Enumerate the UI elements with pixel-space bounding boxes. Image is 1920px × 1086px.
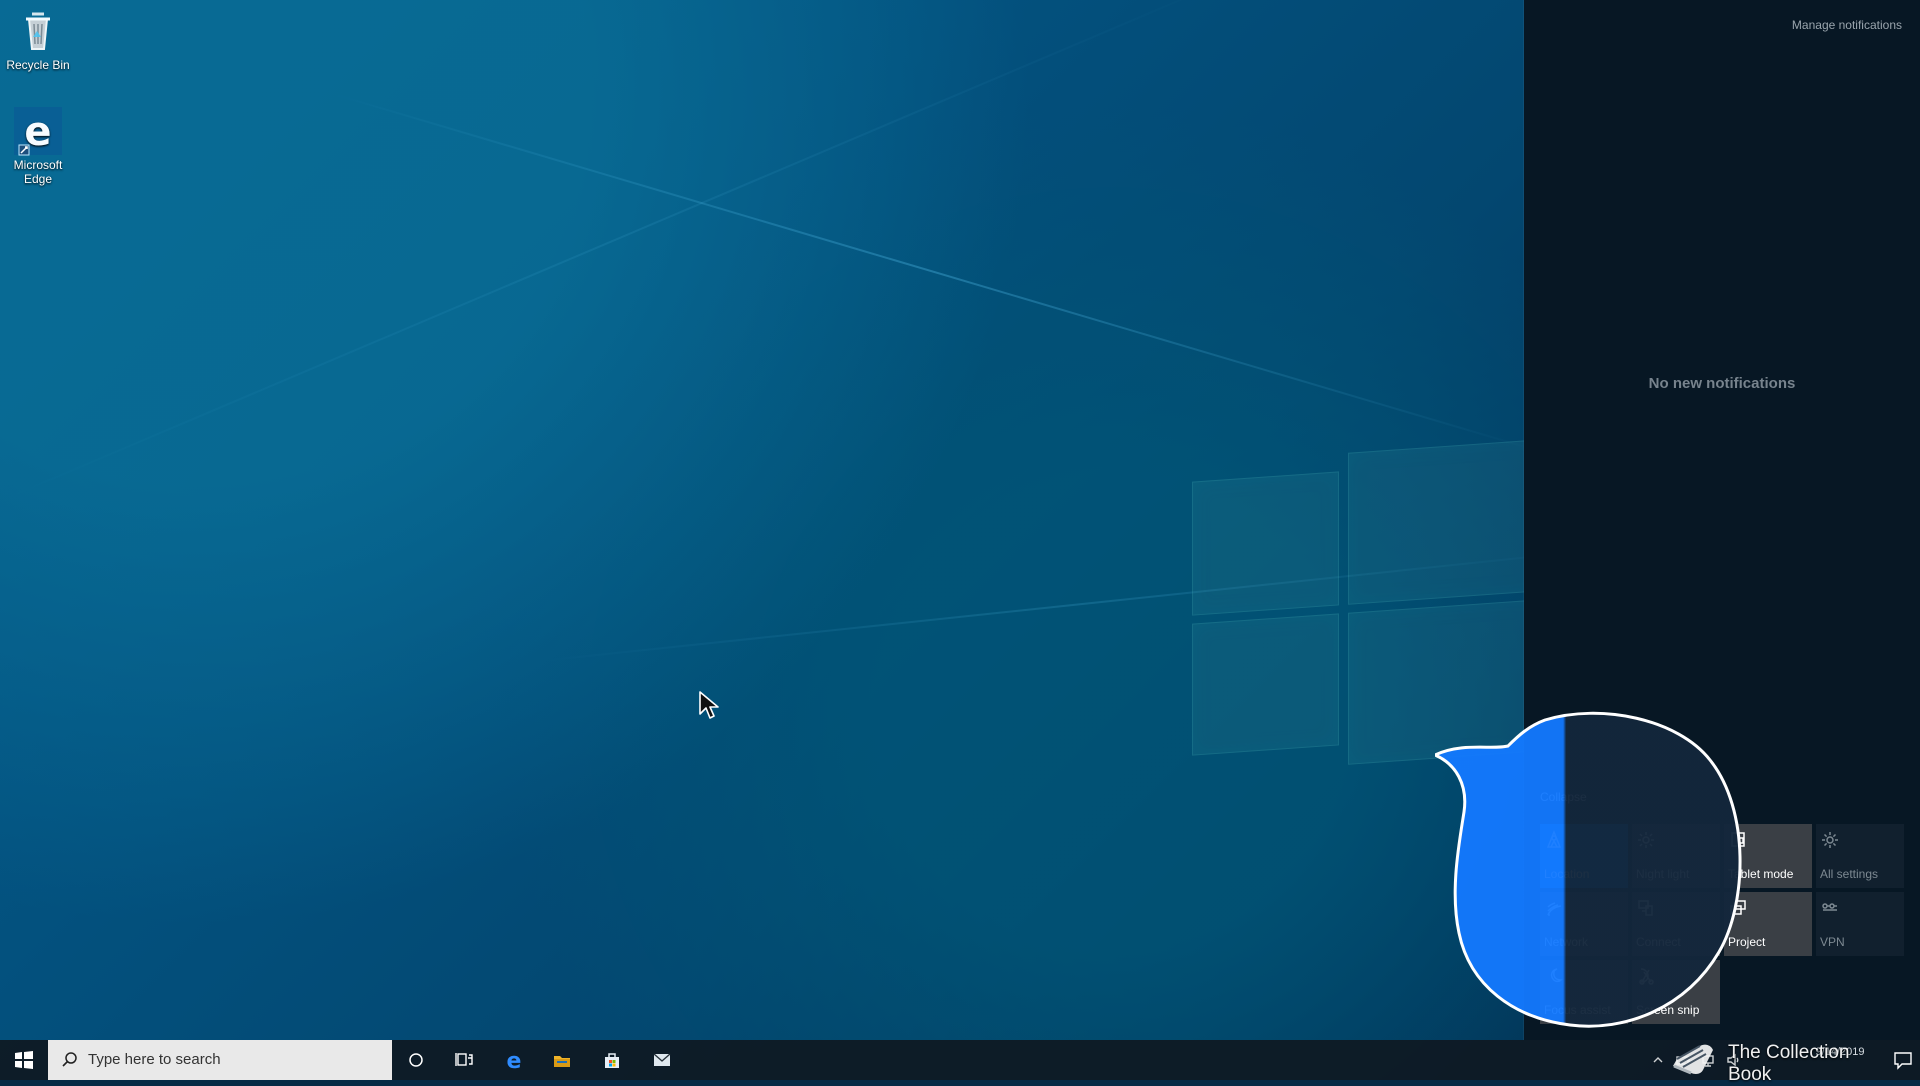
quick-action-label: Focus assist — [1544, 1003, 1611, 1017]
cortana-button[interactable] — [392, 1040, 440, 1080]
quick-action-label: Night light — [1636, 867, 1689, 881]
project-icon — [1728, 898, 1748, 918]
quick-action-night-light[interactable]: Night light — [1632, 824, 1720, 888]
recycle-bin-icon — [13, 6, 63, 56]
desktop-icon-label: Microsoft Edge — [0, 158, 76, 186]
notification-icon — [1892, 1050, 1914, 1070]
taskbar-clock[interactable]: 9/14/2019 — [1800, 1045, 1880, 1060]
wallpaper-light-beam — [0, 0, 1243, 502]
taskbar-date: 9/14/2019 — [1800, 1045, 1880, 1060]
quick-action-label: Project — [1728, 935, 1765, 949]
focus-assist-icon — [1544, 966, 1564, 986]
quick-actions-grid: Location Night light Tablet mode All set… — [1540, 824, 1906, 1024]
desktop-recycle-bin[interactable]: Recycle Bin — [0, 6, 76, 72]
network-icon — [1544, 898, 1564, 918]
connect-icon — [1636, 898, 1656, 918]
vpn-icon — [1820, 898, 1840, 918]
show-hidden-icons-icon[interactable] — [1650, 1052, 1666, 1068]
windows-logo-pane — [1192, 471, 1339, 615]
taskbar-search-box[interactable]: Type here to search — [48, 1040, 392, 1080]
battery-icon[interactable] — [1675, 1052, 1691, 1068]
windows-start-icon — [13, 1049, 35, 1071]
quick-action-project[interactable]: Project — [1724, 892, 1812, 956]
quick-action-label: All settings — [1820, 867, 1878, 881]
tablet-mode-icon — [1728, 830, 1748, 850]
manage-notifications-link[interactable]: Manage notifications — [1792, 18, 1902, 32]
mouse-cursor-icon — [699, 691, 719, 719]
quick-action-location[interactable]: Location — [1540, 824, 1628, 888]
desktop-microsoft-edge[interactable]: e Microsoft Edge — [0, 106, 76, 186]
wallpaper-light-beam — [330, 92, 1539, 452]
settings-icon — [1820, 830, 1840, 850]
quick-action-label: Tablet mode — [1728, 867, 1793, 881]
windows-logo-pane — [1348, 439, 1540, 604]
quick-action-label: Screen snip — [1636, 1003, 1699, 1017]
action-center-button[interactable] — [1892, 1050, 1914, 1070]
action-center-panel: Manage notifications No new notification… — [1524, 0, 1920, 1040]
quick-action-tablet-mode[interactable]: Tablet mode — [1724, 824, 1812, 888]
quick-action-connect[interactable]: Connect — [1632, 892, 1720, 956]
quick-action-label: Location — [1544, 867, 1589, 881]
file-explorer-icon — [551, 1049, 573, 1071]
task-view-icon — [453, 1049, 475, 1071]
quick-action-all-settings[interactable]: All settings — [1816, 824, 1904, 888]
empty-notifications-message: No new notifications — [1524, 375, 1920, 392]
volume-icon[interactable] — [1725, 1052, 1741, 1068]
store-icon — [601, 1049, 623, 1071]
microsoft-edge-icon: e — [13, 106, 63, 156]
edge-icon: e — [503, 1049, 525, 1071]
search-placeholder: Type here to search — [88, 1051, 221, 1068]
windows-taskbar: Type here to search e — [0, 1040, 1920, 1080]
quick-action-focus-assist[interactable]: Focus assist — [1540, 960, 1628, 1024]
system-tray: 9/14/2019 — [1650, 1040, 1920, 1080]
quick-action-vpn[interactable]: VPN — [1816, 892, 1904, 956]
search-icon — [61, 1051, 78, 1068]
windows-logo-pane — [1348, 599, 1540, 764]
quick-action-screen-snip[interactable]: Screen snip — [1632, 960, 1720, 1024]
desktop-icon-label: Recycle Bin — [0, 58, 76, 72]
quick-action-label: VPN — [1820, 935, 1845, 949]
windows-logo-pane — [1192, 613, 1339, 755]
taskbar-edge-button[interactable]: e — [490, 1040, 538, 1080]
start-button[interactable] — [0, 1040, 48, 1080]
svg-text:e: e — [507, 1049, 522, 1071]
location-icon — [1544, 830, 1564, 850]
network-tray-icon[interactable] — [1700, 1052, 1716, 1068]
night-light-icon — [1636, 830, 1656, 850]
tray-icons-group — [1650, 1050, 1762, 1070]
taskbar-file-explorer-button[interactable] — [538, 1040, 586, 1080]
cortana-icon — [405, 1049, 427, 1071]
task-view-button[interactable] — [440, 1040, 488, 1080]
taskbar-mail-button[interactable] — [638, 1040, 686, 1080]
screen-snip-icon — [1636, 966, 1656, 986]
mail-icon — [651, 1049, 673, 1071]
quick-action-label: Network — [1544, 935, 1588, 949]
collapse-quick-actions-link[interactable]: Collapse — [1540, 790, 1587, 804]
quick-action-network[interactable]: Network — [1540, 892, 1628, 956]
quick-action-label: Connect — [1636, 935, 1681, 949]
taskbar-store-button[interactable] — [588, 1040, 636, 1080]
